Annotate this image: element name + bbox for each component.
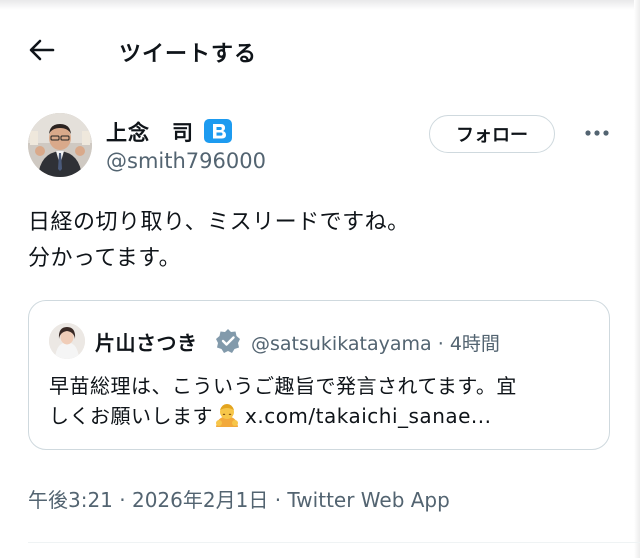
back-button[interactable] [22, 34, 62, 66]
divider [28, 542, 640, 543]
avatar-photo [28, 113, 92, 177]
author-handle[interactable]: @smith796000 [106, 149, 266, 173]
quoted-link[interactable]: x.com/takaichi_sanae... [245, 404, 492, 428]
quoted-line-text: しくお願いします [49, 404, 213, 428]
quoted-tweet-card[interactable]: 片山さつき @satsukikatayama · 4時間 早苗総理は、こういうご… [28, 300, 610, 450]
quoted-author-avatar [49, 323, 85, 359]
more-dots-icon [585, 130, 609, 136]
person-bowing-emoji [216, 404, 238, 427]
page-title: ツイートする [119, 42, 258, 67]
quoted-text: 早苗総理は、こういうご趣旨で発言されてます。宜 しくお願いします x.com/t… [49, 371, 594, 431]
right-edge-shade [634, 0, 640, 558]
meta-separator: · [437, 333, 444, 355]
follow-button[interactable]: フォロー [429, 115, 555, 153]
quoted-author-handle: @satsukikatayama [251, 333, 432, 355]
author-avatar[interactable] [28, 113, 92, 177]
quoted-avatar-photo [49, 323, 85, 359]
tweet-line: 分かってます。 [28, 246, 182, 271]
app-header: ツイートする [0, 22, 640, 78]
tweet-text: 日経の切り取り、ミスリードですね。 分かってます。 [28, 205, 618, 277]
top-edge-shade [0, 0, 640, 10]
gray-verified-badge-icon [216, 329, 240, 353]
quoted-meta: @satsukikatayama · 4時間 [251, 329, 500, 356]
tweet-line: 日経の切り取り、ミスリードですね。 [28, 210, 410, 235]
author-name[interactable]: 上念 司 [106, 117, 194, 147]
quoted-author-name: 片山さつき [95, 331, 198, 355]
quoted-line: 早苗総理は、こういうご趣旨で発言されてます。宜 [49, 374, 517, 398]
arrow-left-icon [29, 39, 55, 61]
quoted-time: 4時間 [449, 333, 500, 355]
quoted-line: しくお願いします x.com/takaichi_sanae... [49, 401, 594, 431]
tweet-timestamp[interactable]: 午後3:21 · 2026年2月1日 · Twitter Web App [28, 484, 450, 513]
more-options-button[interactable] [578, 118, 616, 148]
verified-badge-icon [204, 119, 232, 143]
